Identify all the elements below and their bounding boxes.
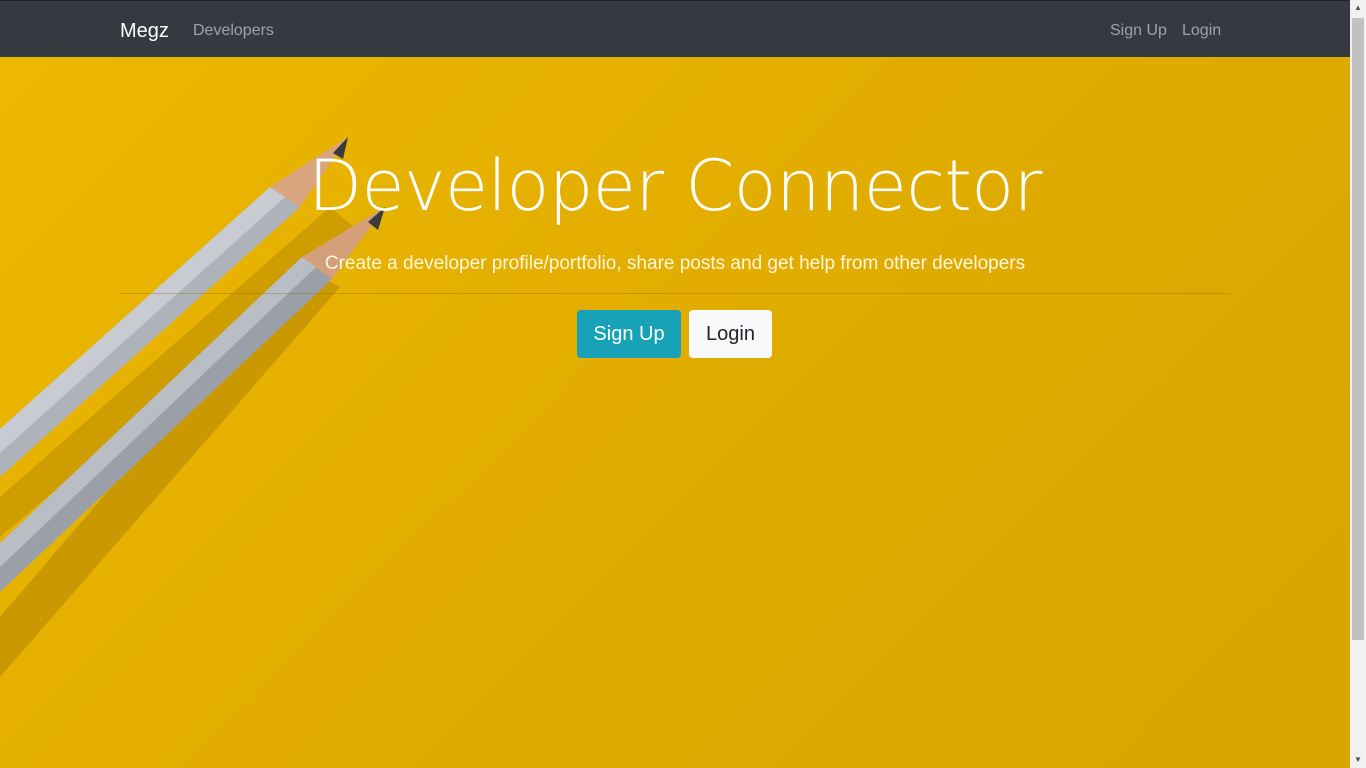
scrollbar-thumb[interactable] xyxy=(1352,18,1364,640)
nav-developers-link[interactable]: Developers xyxy=(193,21,274,41)
hero-title: Developer Connector xyxy=(308,145,1042,227)
nav-login-link[interactable]: Login xyxy=(1182,21,1221,41)
scroll-down-arrow-icon[interactable]: ▼ xyxy=(1350,752,1366,768)
scroll-up-arrow-icon[interactable]: ▲ xyxy=(1350,0,1366,16)
vertical-scrollbar[interactable]: ▲ ▼ xyxy=(1350,0,1366,768)
hero-divider xyxy=(120,293,1230,294)
login-button[interactable]: Login xyxy=(689,310,772,358)
brand-link[interactable]: Megz xyxy=(120,19,169,43)
signup-button[interactable]: Sign Up xyxy=(577,310,681,358)
landing-page: Megz Developers Sign Up Login Developer … xyxy=(0,0,1366,768)
nav-signup-link[interactable]: Sign Up xyxy=(1110,21,1167,41)
hero-subtitle: Create a developer profile/portfolio, sh… xyxy=(324,253,1026,274)
hero-section: Developer Connector Create a developer p… xyxy=(0,57,1350,768)
top-navbar: Megz Developers Sign Up Login xyxy=(0,0,1350,57)
